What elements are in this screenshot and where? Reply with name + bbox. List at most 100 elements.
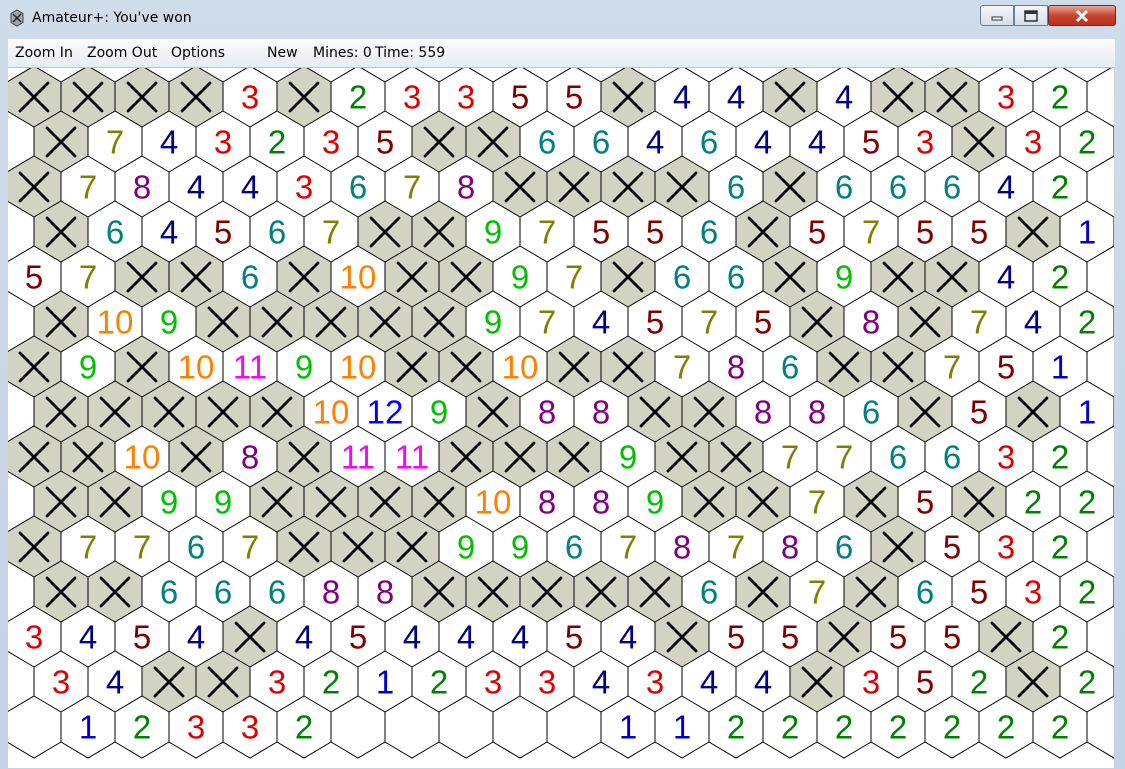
title-bar[interactable]: Amateur+: You've won: [0, 0, 1125, 38]
cell-number: 5: [970, 214, 988, 251]
cell-number: 2: [1078, 124, 1096, 161]
cell-number: 2: [1051, 709, 1069, 746]
cell-number: 11: [233, 349, 267, 386]
cell-number: 7: [808, 574, 826, 611]
cell-number: 7: [538, 304, 556, 341]
cell-number: 3: [403, 79, 421, 116]
cell-number: 6: [943, 439, 961, 476]
cell-number: 2: [889, 709, 907, 746]
cell-number: 6: [268, 214, 286, 251]
cell-number: 10: [502, 349, 539, 386]
cell-number: 1: [1051, 349, 1069, 386]
game-board: 3233554443274323566464453327844367866664…: [8, 68, 1114, 768]
cell-number: 5: [916, 214, 934, 251]
cell-number: 10: [124, 439, 161, 476]
cell-number: 5: [592, 214, 610, 251]
cell-number: 7: [835, 439, 853, 476]
cell-number: 9: [79, 349, 97, 386]
cell-number: 5: [970, 574, 988, 611]
cell-number: 2: [781, 709, 799, 746]
hex-grid[interactable]: 3 2 3 3 5 5 4 4 4 3 27 4 3 2 3 5 6 6 4 6 4 4 5 3 3 27 8 4 4 3 6 7 8 6 6 6 6 4…: [8, 68, 1114, 768]
cell-number: 5: [646, 214, 664, 251]
cell-number: 2: [430, 664, 448, 701]
cell-number: 6: [700, 124, 718, 161]
cell-number: 4: [646, 124, 664, 161]
cell-number: 4: [187, 169, 205, 206]
cell-number: 6: [673, 259, 691, 296]
cell-number: 2: [1051, 79, 1069, 116]
cell-number: 1: [1078, 214, 1096, 251]
cell-number: 8: [592, 394, 610, 431]
cell-number: 2: [1051, 259, 1069, 296]
menu-options[interactable]: Options: [171, 45, 225, 61]
cell-number: 5: [511, 79, 529, 116]
cell-number: 8: [457, 169, 475, 206]
cell-number: 3: [1024, 124, 1042, 161]
cell-number: 4: [673, 79, 691, 116]
cell-number: 9: [619, 439, 637, 476]
cell-number: 6: [106, 214, 124, 251]
cell-number: 12: [367, 394, 404, 431]
cell-number: 4: [592, 304, 610, 341]
cell-number: 7: [673, 349, 691, 386]
cell-number: 6: [727, 169, 745, 206]
cell-number: 1: [1078, 394, 1096, 431]
cell-number: 7: [133, 529, 151, 566]
cell-number: 3: [646, 664, 664, 701]
minimize-button[interactable]: [980, 5, 1014, 26]
cell-number: 3: [916, 124, 934, 161]
cell-number: 7: [943, 349, 961, 386]
cell-number: 7: [727, 529, 745, 566]
cell-number: 8: [538, 394, 556, 431]
mines-counter: Mines: 0: [313, 45, 372, 61]
cell-number: 2: [1051, 169, 1069, 206]
cell-number: 9: [214, 484, 232, 521]
cell-number: 6: [700, 214, 718, 251]
close-icon: [1075, 9, 1089, 22]
cell-number: 4: [754, 124, 772, 161]
cell-number: 5: [376, 124, 394, 161]
cell-number: 4: [808, 124, 826, 161]
maximize-icon: [1024, 9, 1038, 22]
close-button[interactable]: [1048, 5, 1116, 26]
cell-number: 9: [646, 484, 664, 521]
cell-number: 6: [835, 169, 853, 206]
cell-number: 2: [997, 709, 1015, 746]
cell-number: 5: [943, 529, 961, 566]
cell-number: 7: [970, 304, 988, 341]
cell-number: 4: [997, 259, 1015, 296]
cell-number: 4: [106, 664, 124, 701]
cell-number: 2: [727, 709, 745, 746]
cell-number: 5: [565, 79, 583, 116]
menu-zoom-in[interactable]: Zoom In: [15, 45, 73, 61]
cell-number: 6: [943, 169, 961, 206]
cell-number: 4: [511, 619, 529, 656]
cell-number: 5: [943, 619, 961, 656]
cell-number: 9: [484, 304, 502, 341]
cell-number: 6: [241, 259, 259, 296]
cell-number: 7: [781, 439, 799, 476]
cell-number: 6: [565, 529, 583, 566]
cell-number: 7: [322, 214, 340, 251]
cell-number: 7: [700, 304, 718, 341]
cell-number: 1: [79, 709, 97, 746]
maximize-button[interactable]: [1014, 5, 1048, 26]
cell-number: 6: [835, 529, 853, 566]
cell-number: 2: [835, 709, 853, 746]
cell-number: 4: [754, 664, 772, 701]
cell-number: 4: [1024, 304, 1042, 341]
cell-number: 1: [673, 709, 691, 746]
cell-number: 2: [133, 709, 151, 746]
cell-number: 10: [340, 349, 377, 386]
cell-number: 5: [916, 484, 934, 521]
cell-number: 2: [322, 664, 340, 701]
cell-number: 2: [1024, 484, 1042, 521]
cell-number: 4: [79, 619, 97, 656]
cell-number: 6: [349, 169, 367, 206]
cell-number: 7: [79, 259, 97, 296]
cell-number: 7: [241, 529, 259, 566]
menu-new-game[interactable]: New: [267, 45, 298, 61]
menu-zoom-out[interactable]: Zoom Out: [87, 45, 157, 61]
window-title: Amateur+: You've won: [32, 10, 192, 26]
cell-number: 8: [322, 574, 340, 611]
